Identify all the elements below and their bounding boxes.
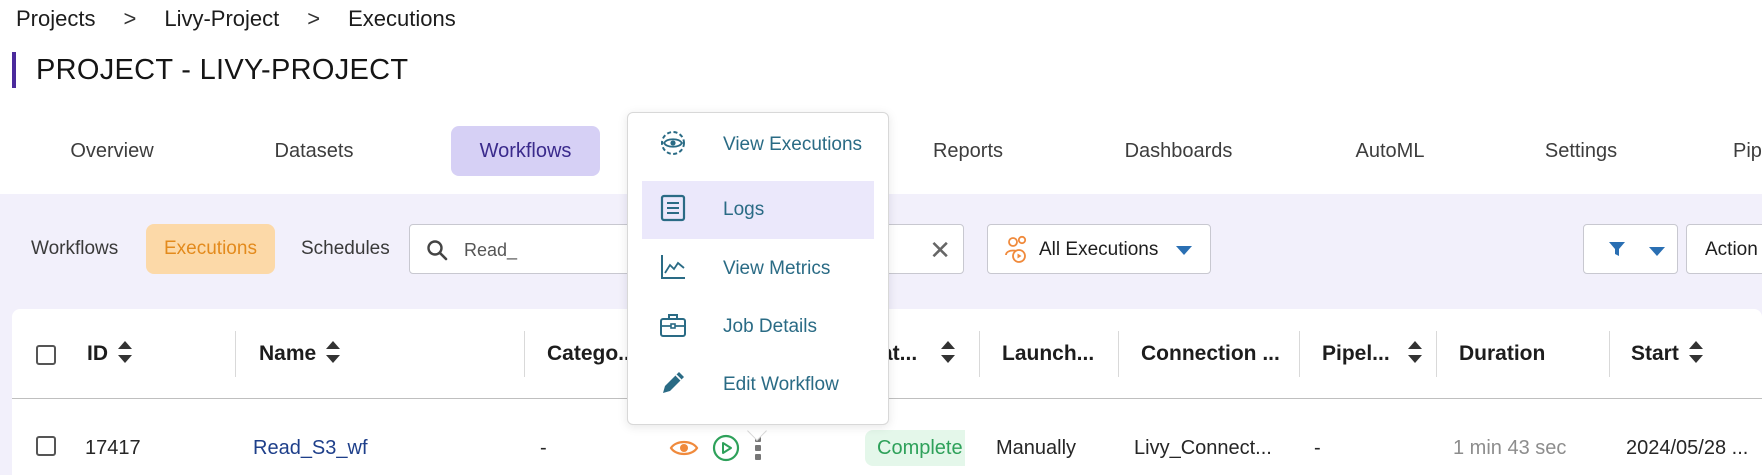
column-divider[interactable] — [1609, 331, 1610, 377]
subtab-executions[interactable]: Executions — [146, 224, 275, 274]
menu-item-logs[interactable]: Logs — [642, 181, 874, 239]
eye-icon[interactable] — [669, 437, 699, 459]
logs-icon — [660, 194, 686, 222]
column-divider[interactable] — [1299, 331, 1300, 377]
briefcase-icon — [660, 314, 686, 337]
tab-automl[interactable]: AutoML — [1320, 126, 1460, 176]
tab-workflows[interactable]: Workflows — [451, 126, 600, 176]
cell-name-link[interactable]: Read_S3_wf — [253, 430, 368, 466]
cell-duration: 1 min 43 sec — [1453, 437, 1567, 459]
column-pipeline[interactable]: Pipel... — [1322, 309, 1422, 399]
executions-filter-dropdown[interactable]: All Executions — [987, 224, 1211, 274]
column-divider[interactable] — [235, 331, 236, 377]
breadcrumb-livy-project[interactable]: Livy-Project — [164, 6, 279, 32]
cell-connection: Livy_Connect... — [1134, 437, 1272, 459]
actions-button[interactable]: Action — [1686, 224, 1762, 274]
subtab-schedules[interactable]: Schedules — [301, 224, 390, 274]
sort-icon[interactable] — [326, 341, 341, 364]
status-badge: Complete — [865, 430, 965, 466]
column-label: ID — [87, 342, 108, 365]
column-divider[interactable] — [1118, 331, 1119, 377]
menu-item-label: Logs — [723, 199, 765, 220]
menu-item-edit-workflow[interactable]: Edit Workflow — [642, 356, 874, 414]
page-title: PROJECT - LIVY-PROJECT — [12, 52, 408, 88]
search-icon — [427, 240, 448, 261]
column-label: Launch... — [1002, 342, 1095, 365]
sort-icon[interactable] — [1407, 341, 1422, 364]
breadcrumb: Projects > Livy-Project > Executions — [16, 6, 456, 32]
breadcrumb-executions: Executions — [348, 6, 456, 31]
tab-overview[interactable]: Overview — [42, 126, 182, 176]
sort-icon[interactable] — [1688, 341, 1703, 364]
tab-reports[interactable]: Reports — [898, 126, 1038, 176]
cell-id: 17417 — [85, 437, 141, 459]
menu-item-label: View Executions — [723, 134, 863, 155]
filter-icon — [1609, 242, 1625, 256]
cell-start: 2024/05/28 ... — [1626, 437, 1749, 459]
sort-icon[interactable] — [118, 341, 132, 364]
tab-datasets[interactable]: Datasets — [244, 126, 384, 176]
column-name[interactable]: Name — [259, 309, 341, 399]
column-divider[interactable] — [1436, 331, 1437, 377]
row-checkbox[interactable] — [36, 436, 56, 456]
column-divider[interactable] — [979, 331, 980, 377]
sort-icon[interactable] — [941, 341, 956, 364]
chevron-down-icon — [1649, 247, 1665, 256]
tab-settings[interactable]: Settings — [1511, 126, 1651, 176]
column-start[interactable]: Start — [1631, 309, 1703, 399]
column-launched[interactable]: Launch... — [1002, 309, 1094, 399]
column-label: Name — [259, 342, 317, 365]
column-label: Start — [1631, 342, 1679, 365]
column-divider[interactable] — [524, 331, 525, 377]
menu-item-view-metrics[interactable]: View Metrics — [642, 240, 874, 298]
menu-item-job-details[interactable]: Job Details — [642, 298, 874, 356]
breadcrumb-projects[interactable]: Projects — [16, 6, 95, 32]
column-duration[interactable]: Duration — [1459, 309, 1545, 399]
menu-item-label: View Metrics — [723, 258, 831, 279]
menu-item-view-executions[interactable]: View Executions — [642, 116, 874, 174]
page: Projects > Livy-Project > Executions PRO… — [0, 0, 1762, 475]
run-icon[interactable] — [712, 434, 740, 462]
column-label: Duration — [1459, 342, 1546, 365]
column-connection[interactable]: Connection ... — [1141, 309, 1280, 399]
metrics-chart-icon — [661, 255, 685, 279]
eye-gear-icon — [661, 131, 685, 155]
breadcrumb-separator: > — [123, 6, 137, 31]
cell-pipeline: - — [1314, 437, 1321, 459]
users-play-icon — [1005, 235, 1027, 263]
cell-launched: Manually — [996, 437, 1077, 459]
actions-label: Action — [1705, 239, 1758, 260]
breadcrumb-separator: > — [307, 6, 321, 31]
menu-item-label: Job Details — [723, 316, 817, 337]
chevron-down-icon — [1176, 246, 1192, 255]
cell-category: - — [540, 437, 547, 459]
column-id[interactable]: ID — [87, 309, 132, 399]
tab-dashboards[interactable]: Dashboards — [1105, 126, 1252, 176]
select-all-checkbox[interactable] — [36, 345, 56, 365]
column-label: Catego... — [547, 342, 636, 365]
column-label: Connection ... — [1141, 342, 1280, 365]
tab-pipelines[interactable]: Pip — [1733, 126, 1762, 176]
column-label: Pipel... — [1322, 342, 1390, 365]
search-value[interactable]: Read_ — [464, 225, 517, 275]
subtab-workflows[interactable]: Workflows — [31, 224, 118, 274]
column-category[interactable]: Catego... — [547, 309, 636, 399]
menu-item-label: Edit Workflow — [723, 374, 839, 395]
executions-filter-label: All Executions — [1039, 239, 1159, 260]
pencil-icon — [663, 372, 684, 393]
filter-button[interactable] — [1583, 224, 1678, 274]
row-actions-menu: View Executions Logs View Metrics Job De… — [627, 112, 889, 425]
clear-search-icon[interactable]: ✕ — [929, 237, 951, 263]
